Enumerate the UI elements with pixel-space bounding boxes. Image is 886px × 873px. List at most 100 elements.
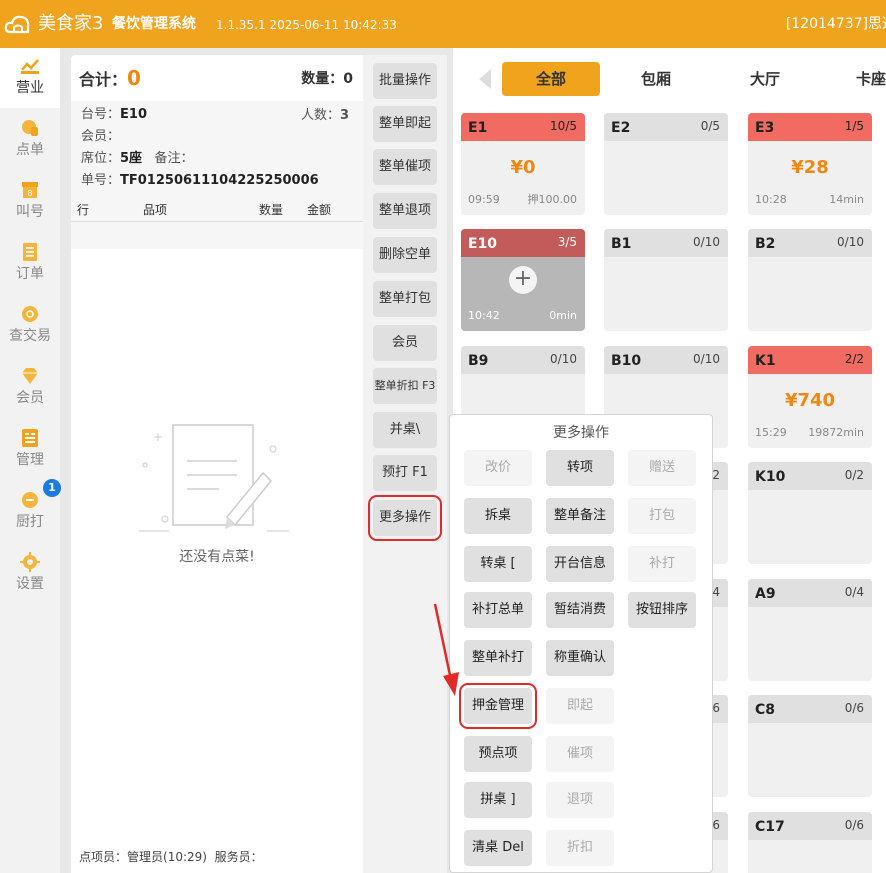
table-card-k1[interactable]: K1 2/2 ¥740 15:29 19872min [748, 346, 872, 448]
deposit-management-button[interactable]: 押金管理 [459, 683, 537, 729]
serve-all-button[interactable]: 整单即起 [373, 106, 437, 142]
pre-order-item-button[interactable]: 预点项 [464, 736, 532, 772]
side-nav: 营业 点单 8 叫号 订单 查交易 会员 管理 1 厨打 设置 [0, 48, 61, 873]
open-table-info-button[interactable]: 开台信息 [546, 546, 614, 582]
tab-booth[interactable]: 卡座 [856, 62, 886, 96]
cloud-logo-icon [4, 15, 30, 34]
table-card-c17[interactable]: C17 0/6 [748, 812, 872, 873]
more-operations-popup: 更多操作 改价 转项 赠送 拆桌 整单备注 打包 转桌 [ 开台信息 补打 补打… [449, 414, 713, 873]
grid-icon [22, 429, 38, 447]
table-card-c8[interactable]: C8 0/6 [748, 695, 872, 797]
clear-table-button[interactable]: 清桌 Del [464, 830, 532, 866]
note-label: 备注： [154, 151, 194, 166]
waiter-label: 服务员： [214, 850, 263, 864]
table-card-e1[interactable]: E1 10/5 ¥0 09:59 押100.00 [461, 113, 585, 215]
tab-prev-arrow-icon[interactable] [479, 69, 491, 89]
bill-label: 单号： [81, 173, 121, 188]
tab-hall[interactable]: 大厅 [750, 62, 780, 96]
interim-settle-button[interactable]: 暂结消费 [546, 592, 614, 628]
table-capacity: 10/5 [550, 119, 577, 133]
return-all-button[interactable]: 整单退项 [373, 193, 437, 229]
reprint-total-button[interactable]: 补打总单 [464, 592, 532, 628]
table-card-a9[interactable]: A9 0/4 [748, 579, 872, 681]
empty-order-text: 还没有点菜! [179, 549, 255, 565]
transfer-item-button[interactable]: 转项 [546, 450, 614, 486]
nav-item-business[interactable]: 营业 [0, 48, 60, 108]
table-value: E10 [120, 107, 147, 122]
add-item-plus-icon[interactable]: + [509, 266, 537, 294]
user-label[interactable]: [12014737]思迅 [786, 15, 886, 33]
table-capacity: 0/10 [693, 235, 720, 249]
tab-all[interactable]: 全部 [502, 62, 600, 96]
serve-now-button[interactable]: 即起 [546, 688, 614, 724]
table-name: B1 [611, 236, 632, 252]
delete-empty-button[interactable]: 删除空单 [373, 237, 437, 273]
order-note-button[interactable]: 整单备注 [546, 498, 614, 534]
discount-button[interactable]: 折扣 [546, 830, 614, 866]
member-button[interactable]: 会员 [373, 325, 437, 361]
empty-order-illustration: + [139, 424, 289, 532]
member-label: 会员： [81, 129, 121, 144]
seats-row: 席位：5座 备注： [81, 150, 193, 168]
chart-icon [21, 59, 39, 74]
table-amount: ¥740 [784, 390, 836, 411]
list-icon [23, 243, 37, 261]
table-card-e10[interactable]: E10 3/5 + 10:42 0min [461, 229, 585, 331]
reprint-order-button[interactable]: 整单补打 [464, 640, 532, 676]
batch-operation-button[interactable]: 批量操作 [373, 63, 437, 99]
nav-item-settings[interactable]: 设置 [0, 544, 60, 604]
table-name: E2 [611, 120, 631, 136]
return-item-button[interactable]: 退项 [546, 782, 614, 818]
table-card-e3[interactable]: E3 1/5 ¥28 10:28 14min [748, 113, 872, 215]
nav-item-transactions[interactable]: 查交易 [0, 296, 60, 356]
table-capacity: 0/6 [844, 818, 864, 832]
nav-item-manage[interactable]: 管理 [0, 420, 60, 480]
nav-item-order[interactable]: 点单 [0, 110, 60, 170]
nav-label: 叫号 [16, 204, 44, 220]
table-name: B9 [468, 353, 489, 369]
nav-item-member[interactable]: 会员 [0, 358, 60, 418]
nav-item-kitchen-print[interactable]: 1 厨打 [0, 479, 61, 542]
diamond-icon [22, 368, 38, 384]
more-operations-button[interactable]: 更多操作 [368, 495, 442, 541]
gift-button[interactable]: 赠送 [628, 450, 696, 486]
share-table-button[interactable]: 拼桌 ] [464, 782, 532, 818]
button-sort-button[interactable]: 按钮排序 [628, 592, 696, 628]
table-card-k10[interactable]: K10 0/2 [748, 462, 872, 564]
pre-print-button[interactable]: 预打 F1 [373, 455, 437, 491]
weigh-confirm-button[interactable]: 称重确认 [546, 640, 614, 676]
table-name: C17 [755, 819, 785, 835]
pack-button[interactable]: 打包 [628, 498, 696, 534]
order-total: 合计：0 [79, 67, 141, 91]
rush-all-button[interactable]: 整单催项 [373, 149, 437, 185]
rush-item-button[interactable]: 催项 [546, 736, 614, 772]
merge-table-button[interactable]: 并桌\ [373, 412, 437, 448]
table-open-time: 15:29 [755, 426, 787, 439]
nav-item-call[interactable]: 8 叫号 [0, 172, 60, 232]
tab-private-room[interactable]: 包厢 [641, 62, 671, 96]
table-name: A9 [755, 586, 776, 602]
brand-name: 美食家3 [38, 13, 104, 34]
nav-label: 会员 [16, 390, 44, 406]
table-card-b1[interactable]: B1 0/10 [604, 229, 728, 331]
table-amount: ¥0 [510, 157, 536, 178]
table-deposit: 押100.00 [527, 193, 578, 206]
table-capacity: 3/5 [557, 235, 577, 249]
table-name: B2 [755, 236, 776, 252]
table-capacity: 0/5 [700, 119, 720, 133]
change-price-button[interactable]: 改价 [464, 450, 532, 486]
split-table-button[interactable]: 拆桌 [464, 498, 532, 534]
nav-label: 设置 [16, 576, 44, 592]
order-panel: 合计：0 数量：0 台号：E10 人数：3 会员： 席位：5座 备注： 单号：T… [71, 55, 363, 873]
table-card-e2[interactable]: E2 0/5 [604, 113, 728, 215]
table-card-b2[interactable]: B2 0/10 [748, 229, 872, 331]
version-label: 1.1.35.1 2025-06-11 10:42:33 [216, 18, 397, 32]
discount-all-button[interactable]: 整单折扣 F3 [373, 368, 437, 404]
pack-all-button[interactable]: 整单打包 [373, 281, 437, 317]
table-duration: 0min [549, 309, 577, 322]
nav-item-orders[interactable]: 订单 [0, 234, 60, 294]
table-name: K10 [755, 469, 786, 485]
seats-value: 5座 [120, 151, 143, 166]
reprint-button[interactable]: 补打 [628, 546, 696, 582]
transfer-table-button[interactable]: 转桌 [ [464, 546, 532, 582]
